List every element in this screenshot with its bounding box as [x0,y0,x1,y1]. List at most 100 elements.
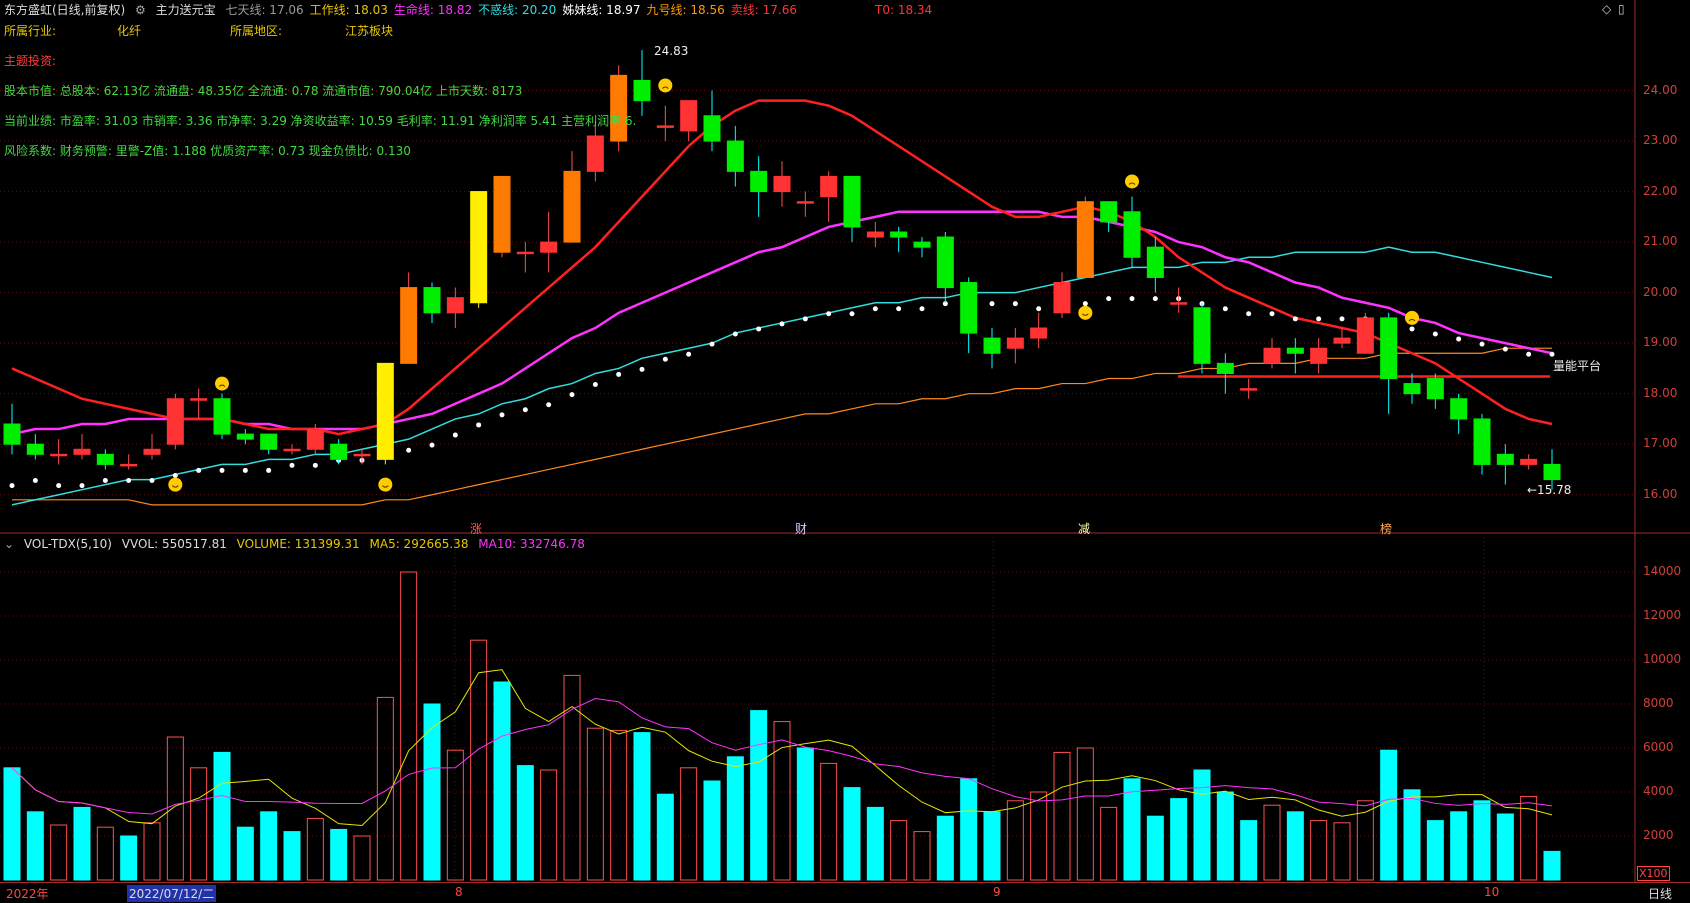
indicator-line-0: 七天线: 17.06 [225,3,304,17]
candle-body [423,287,441,314]
indicator-header: 东方盛虹(日线,前复权) ⚙ 主力送元宝 七天线: 17.06 工作线: 18.0… [0,0,932,20]
candle-body [516,251,534,255]
candle-body [1170,302,1188,305]
volume-bar [843,787,861,881]
volume-platform-label: 量能平台 [1553,359,1602,373]
support-dot [79,483,85,489]
time-axis[interactable]: 2022年 2022/07/12/二 8 9 10 日线 [0,882,1690,903]
volume-tick: 8000 [1643,696,1674,710]
candle-body [446,297,464,314]
volume-bar [1123,778,1141,881]
volume-bar [516,765,534,881]
candle-body [330,443,348,460]
kline-chart[interactable] [0,0,1690,902]
sad-face-icon [215,376,229,391]
support-dot [1246,311,1252,317]
volume-bar [633,732,651,881]
volume-axis: 14000 12000 10000 8000 6000 4000 2000 [1635,534,1690,882]
volume-bar [540,769,558,881]
volume-bar [306,817,324,881]
support-dot [56,483,62,489]
candle-body [773,175,791,193]
volume-bar [400,571,418,881]
industry-value: 化纤 [117,24,142,38]
candle-body [1123,211,1141,258]
support-dot [1456,336,1462,342]
candle-body [283,448,301,452]
theme-label: 主题投资: [4,54,57,68]
support-dot [1269,311,1275,317]
support-dot [662,356,668,362]
candle-body [1286,347,1304,354]
volume-tick: 6000 [1643,740,1674,754]
candle-body [73,448,91,455]
support-dot [1082,301,1088,307]
support-dot [592,382,598,388]
indicator-line-3: 不惑线: 20.20 [478,3,557,17]
indicator-values: 七天线: 17.06 工作线: 18.03 生命线: 18.82 不惑线: 20.20… [225,3,803,17]
candle-body [726,140,744,172]
support-dot [756,326,762,332]
support-dot [1036,306,1042,312]
volume-bar [3,767,21,881]
candle-body [470,191,488,304]
volume-value: VOLUME: 131399.31 [236,537,360,551]
candle-body [796,201,814,204]
event-marker-reduce[interactable]: 减 [1078,520,1090,537]
settings-icon[interactable]: ⚙ [135,3,146,17]
event-marker-rise[interactable]: 涨 [470,520,482,537]
support-dot [126,478,132,484]
candle-body [1403,383,1421,395]
support-dot [476,422,482,428]
support-dot [1316,316,1322,322]
diamond-icon[interactable]: ◇ [1602,2,1611,16]
indicator-line-4: 姊妹线: 18.97 [562,3,641,17]
smile-face-icon [168,477,183,492]
volume-bar [1380,749,1398,881]
support-dot [429,442,435,448]
sad-face-icon [1405,310,1419,325]
stock-title[interactable]: 东方盛虹(日线,前复权) [4,3,125,17]
candle-body [1473,418,1491,465]
candle-body [866,231,884,238]
volume-collapse-icon[interactable]: ⌄ [4,537,14,551]
volume-bar [73,806,91,881]
price-tick: 23.00 [1643,133,1678,148]
event-marker-list[interactable]: 榜 [1380,520,1392,537]
vvol-value: VVOL: 550517.81 [121,537,227,551]
volume-bar [610,729,628,881]
indicator-name[interactable]: 主力送元宝 [156,3,216,17]
price-axis: 24.00 23.00 22.00 21.00 20.00 19.00 18.00 17.00… [1635,0,1690,530]
support-dot [242,467,248,473]
candle-body [1263,347,1281,364]
ma-orange-line [12,347,1552,506]
price-tick: 22.00 [1643,183,1678,198]
volume-bar [166,736,184,881]
support-dot [826,311,832,317]
candle-body [260,433,278,450]
volume-tick: 12000 [1643,608,1682,622]
volume-bar [1076,747,1094,881]
candle-body [353,453,371,457]
candle-body [983,337,1001,354]
support-dot [452,432,458,438]
smile-face-icon [1078,305,1093,320]
candle-body [563,170,581,243]
support-dot [896,306,902,312]
volume-bar [493,681,511,881]
volume-bar [213,751,231,881]
volume-bar [1473,800,1491,881]
volume-title[interactable]: VOL-TDX(5,10) [24,537,112,551]
support-dot [1129,296,1135,302]
candle-body [1426,378,1444,400]
candle-body [890,231,908,238]
volume-bar [726,756,744,881]
restore-icon[interactable]: ▯ [1618,2,1625,16]
period-tab[interactable]: 日线 [1648,885,1672,902]
candle-body [1076,201,1094,278]
candle-body [703,115,721,142]
volume-bar [143,822,161,881]
event-marker-finance[interactable]: 财 [795,520,807,537]
volume-bar [1426,820,1444,881]
support-dot [849,311,855,317]
